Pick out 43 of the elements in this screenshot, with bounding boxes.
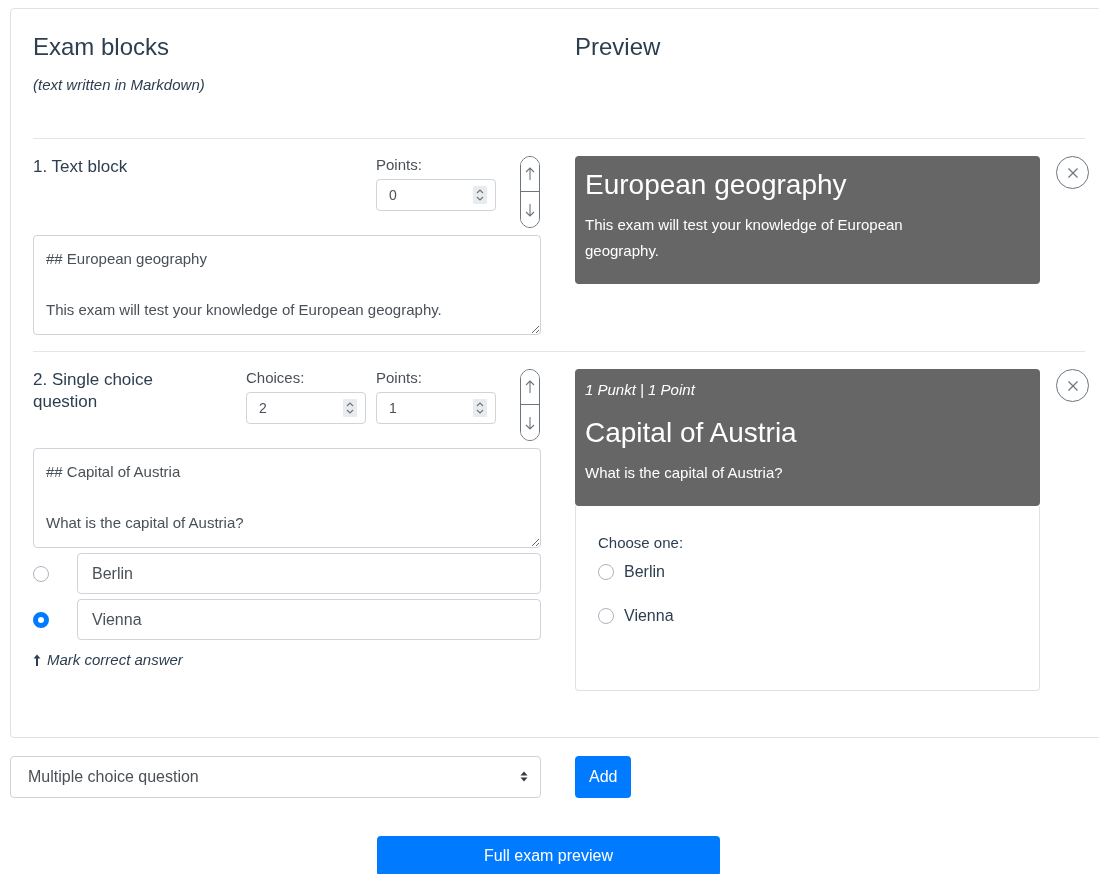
preview-title: Preview [575,33,661,62]
markdown-field[interactable]: ## Capital of Austria What is the capital of Austria? [33,448,541,548]
down-arrow-icon [525,202,535,217]
sort-caret-icon [520,771,528,783]
prompt-text: Choose one: [598,533,685,551]
section-title: Exam blocks [33,33,171,62]
correct-answer-radio[interactable] [33,611,49,628]
number-field[interactable]: 2 [246,392,366,424]
up-arrow-icon [525,167,535,181]
spinner-icon [343,399,357,417]
move-up-button[interactable] [521,157,539,192]
number-field[interactable]: 1 [376,392,496,424]
move-up-button[interactable] [521,370,539,405]
preview-heading: European geography [585,168,848,202]
spinner-icon [473,399,487,417]
down-arrow-icon [525,415,535,430]
markdown-field[interactable]: ## European geography This exam will test your knowledge of European geography. [33,235,541,335]
choice-field[interactable]: Vienna [77,599,541,640]
field-label: Points: [376,369,423,388]
preview-text: This exam will test your knowledge of European geography. [585,214,904,261]
close-button[interactable] [1056,156,1089,189]
preview-heading: Capital of Austria [585,416,798,450]
hint-text: Mark correct answer [47,651,183,668]
field-label: Choices: [246,369,306,388]
points-text: 1 Punkt | 1 Point [585,381,697,398]
close-button[interactable] [1056,369,1089,402]
preview-text: What is the capital of Austria? [585,462,784,483]
spinner-icon [473,186,487,204]
number-field[interactable]: 0 [376,179,496,211]
block-type-select[interactable]: Multiple choice question [10,755,541,798]
option-label[interactable]: Vienna [624,607,674,626]
up-arrow-icon [33,653,41,666]
close-icon [1066,379,1079,392]
field-label: Points: [376,156,423,175]
block-title: 1. Text block [33,156,129,178]
close-icon [1066,166,1079,179]
block-title: 2. Single choice question [33,369,155,414]
subtitle: (text written in Markdown) [33,75,206,93]
add-button[interactable]: Add [575,755,632,798]
choice-field[interactable]: Berlin [77,553,541,594]
full-preview-button[interactable]: Full exam preview [377,835,720,874]
up-arrow-icon [525,380,535,394]
option-label[interactable]: Berlin [624,563,665,582]
